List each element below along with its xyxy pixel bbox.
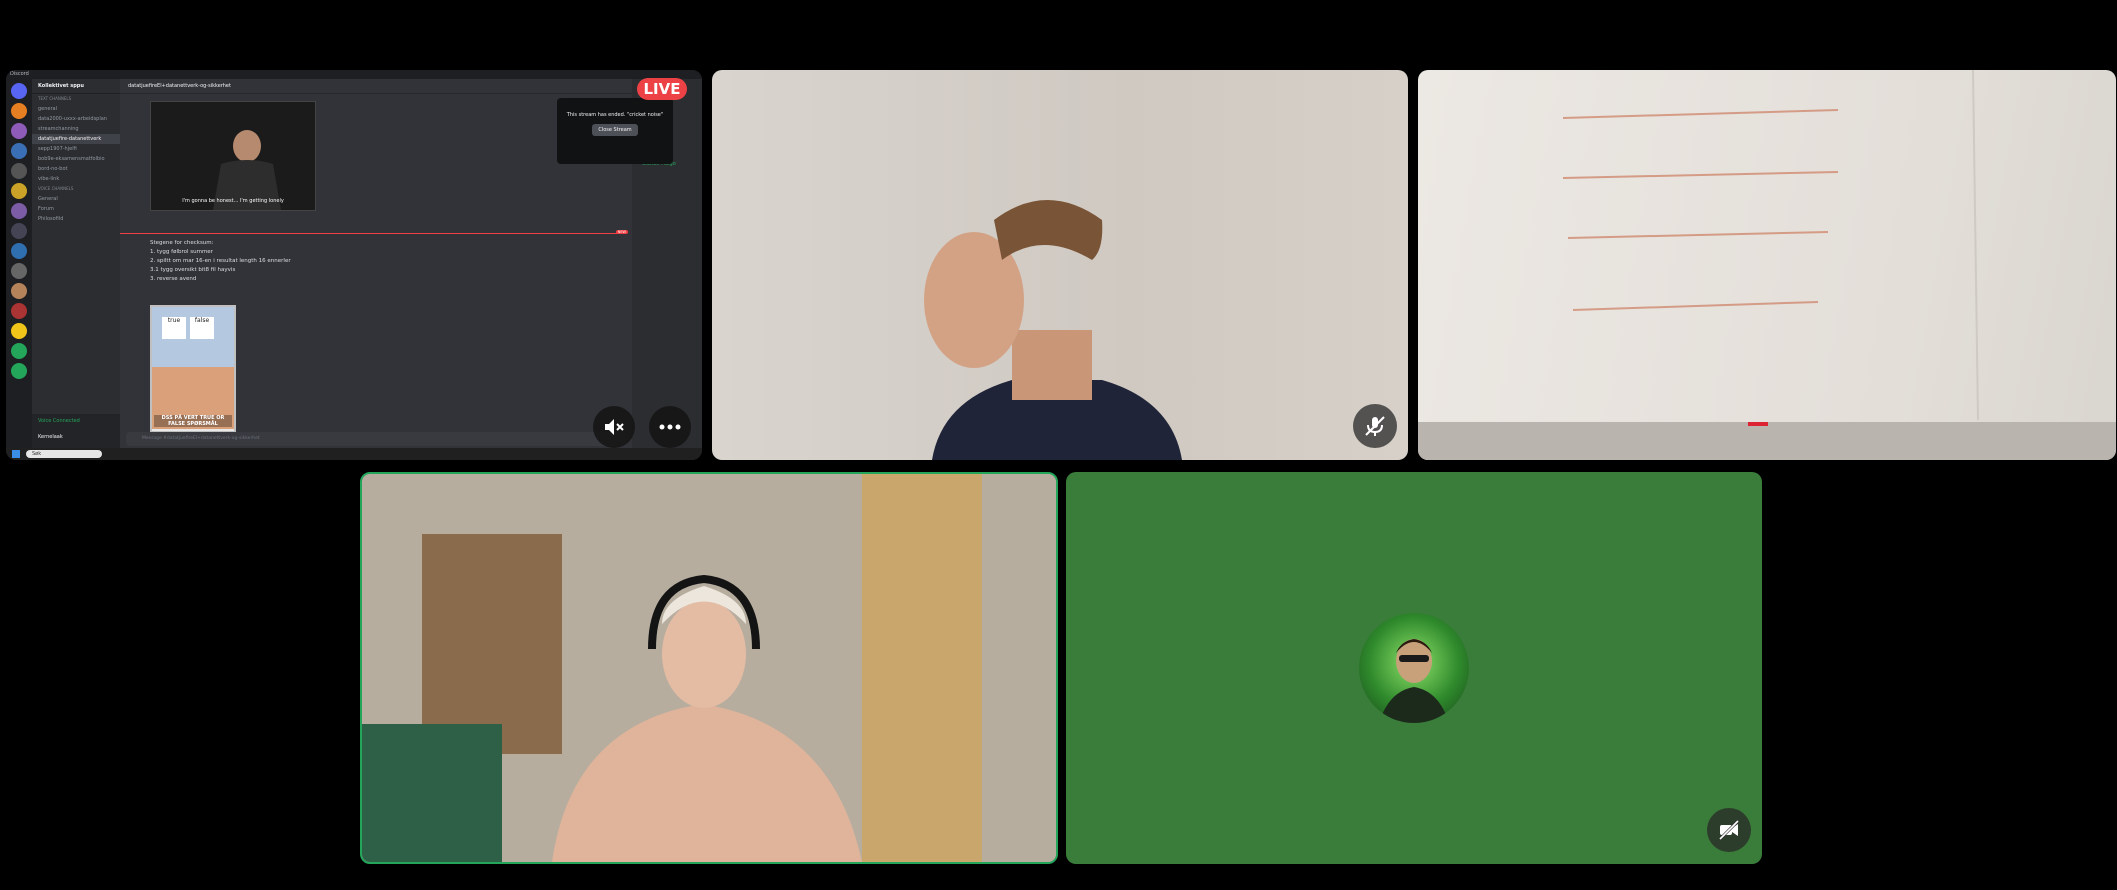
user-name: Kernelaak: [38, 434, 63, 440]
server-icon[interactable]: [11, 283, 27, 299]
server-rail: [6, 79, 32, 448]
channel-category: TEXT CHANNELS: [38, 96, 72, 101]
step-line: 3. reverse avend: [150, 276, 197, 282]
avatar: [1359, 613, 1469, 723]
avatar-portrait: [1379, 639, 1449, 723]
add-server-icon[interactable]: [11, 343, 27, 359]
channel-item[interactable]: general: [32, 104, 120, 114]
close-stream-button[interactable]: Close Stream: [592, 124, 638, 136]
video-caption: I'm gonna be honest... I'm getting lonel…: [182, 198, 284, 204]
message-list: I'm gonna be honest... I'm getting lonel…: [120, 93, 632, 433]
user-panel: Voice Connected Kernelaak: [32, 414, 120, 448]
camera-off-indicator: [1707, 808, 1751, 852]
windows-taskbar: Søk: [6, 448, 702, 460]
video-off-icon: [1718, 819, 1740, 841]
server-icon[interactable]: [11, 203, 27, 219]
channel-item[interactable]: Philosofild: [32, 214, 120, 224]
channel-item[interactable]: bob9e-eksamensmatfolbio: [32, 154, 120, 164]
more-options-button[interactable]: [649, 406, 691, 448]
room-video: [362, 474, 1056, 862]
channel-item[interactable]: sepp1907-hjelfi: [32, 144, 120, 154]
server-icon[interactable]: [11, 323, 27, 339]
taskbar-search[interactable]: Søk: [26, 450, 102, 458]
channel-item[interactable]: Forum: [32, 204, 120, 214]
step-line: Stegene for checksum:: [150, 240, 214, 246]
participant-avatar-tile[interactable]: [1066, 472, 1762, 864]
microphone-off-icon: [1365, 416, 1385, 436]
channel-item[interactable]: General: [32, 194, 120, 204]
step-line: 1. tygg følbrol summer: [150, 249, 213, 255]
server-icon[interactable]: [11, 243, 27, 259]
channel-list: Kollektivet sppu TEXT CHANNELS general dat…: [32, 79, 120, 448]
message-input[interactable]: Message #datatjuefireEl+datanettverk-og-…: [126, 432, 626, 446]
message-text: Stegene for checksum: 1. tygg følbrol su…: [150, 239, 291, 284]
live-badge: LIVE: [637, 78, 687, 100]
chat-area: datatjuefireEl+datanettverk-og-sikkerhet…: [120, 79, 632, 448]
server-icon[interactable]: [11, 263, 27, 279]
step-line: 3.1 tygg oversikt bit8 fil hayvis: [150, 267, 236, 273]
mute-stream-button[interactable]: [593, 406, 635, 448]
mic-muted-indicator: [1353, 404, 1397, 448]
webcam-tile-whiteboard[interactable]: [1418, 70, 2116, 460]
step-line: 2. spiltt om mar 16-en i resultat length…: [150, 258, 291, 264]
webcam-video: [924, 200, 1182, 460]
home-icon[interactable]: [11, 83, 27, 99]
channel-item[interactable]: streamchanning: [32, 124, 120, 134]
stream-ended-toast: This stream has ended. "cricket noise" C…: [557, 98, 673, 164]
server-icon[interactable]: [11, 103, 27, 119]
meme-buttons-panel: true false: [152, 307, 234, 367]
server-icon[interactable]: [11, 183, 27, 199]
channel-item[interactable]: bord-no-bot: [32, 164, 120, 174]
screen-share-tile[interactable]: Discord Kollektivet sppu TEXT CHANNELS ge…: [6, 70, 702, 460]
server-name[interactable]: Kollektivet sppu: [32, 79, 120, 94]
channel-item[interactable]: datatjuefire-datanettverk: [32, 134, 120, 144]
voice-status: Voice Connected: [38, 418, 80, 424]
window-title: Discord: [10, 71, 29, 77]
chat-header: datatjuefireEl+datanettverk-og-sikkerhet: [120, 79, 632, 94]
whiteboard-video: [1418, 70, 2116, 460]
new-tag: NEW: [615, 230, 628, 234]
meme-true-button: true: [162, 317, 186, 339]
discover-icon[interactable]: [11, 363, 27, 379]
stream-ended-text: This stream has ended. "cricket noise": [566, 112, 664, 118]
webcam-tile-room-speaking[interactable]: [360, 472, 1058, 864]
new-messages-divider: [120, 233, 626, 234]
video-embed[interactable]: I'm gonna be honest... I'm getting lonel…: [150, 101, 316, 211]
video-thumbnail-icon: [151, 102, 315, 210]
server-icon[interactable]: [11, 143, 27, 159]
server-icon[interactable]: [11, 123, 27, 139]
meme-caption-panel: DSS PÅ VERT TRUE OR FALSE SPØRSMÅL: [152, 367, 234, 429]
server-icon[interactable]: [11, 163, 27, 179]
speaker-muted-icon: [605, 419, 624, 435]
window-titlebar: Discord: [6, 70, 702, 79]
webcam-tile-face[interactable]: [712, 70, 1408, 460]
meme-false-button: false: [190, 317, 214, 339]
server-icon[interactable]: [11, 303, 27, 319]
channel-item[interactable]: vibe-link: [32, 174, 120, 184]
more-options-icon: [659, 424, 681, 430]
channel-item[interactable]: data2000-uxxx-arbeidsplan: [32, 114, 120, 124]
meme-image[interactable]: true false DSS PÅ VERT TRUE OR FALSE SPØ…: [150, 305, 236, 433]
server-icon[interactable]: [11, 223, 27, 239]
windows-start-icon[interactable]: [12, 450, 20, 458]
meme-caption: DSS PÅ VERT TRUE OR FALSE SPØRSMÅL: [154, 415, 232, 427]
channel-category: VOICE CHANNELS: [38, 186, 74, 191]
